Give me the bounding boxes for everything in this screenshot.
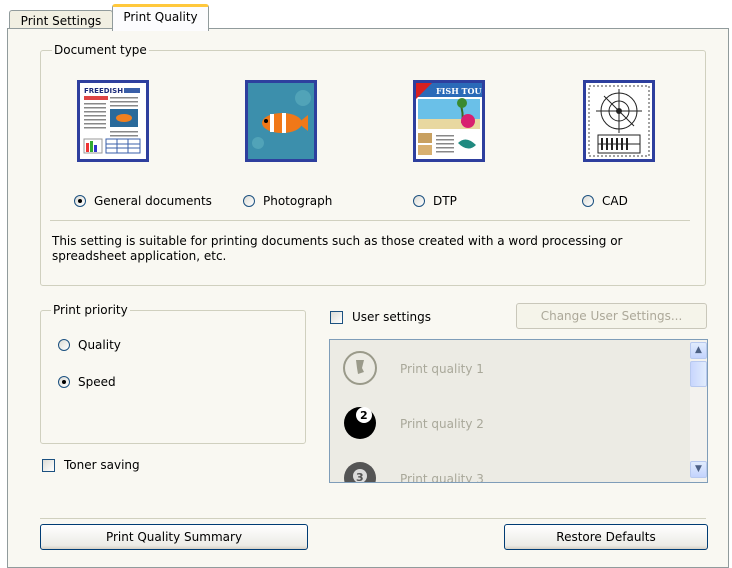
print-quality-summary-button[interactable]: Print Quality Summary [40,524,308,550]
cad-icon[interactable] [583,80,655,162]
tab-print-quality[interactable]: Print Quality [112,4,209,31]
document-type-legend: Document type [52,43,149,57]
bottom-divider [40,518,706,519]
user-settings-label: User settings [352,310,432,324]
toner-saving-label: Toner saving [64,458,140,472]
restore-defaults-button[interactable]: Restore Defaults [504,524,708,550]
print-quality-2-icon: 2 [344,407,376,439]
toner-saving-checkbox[interactable] [42,459,55,472]
list-item[interactable]: Print quality 1 [330,342,680,398]
change-user-settings-button[interactable]: Change User Settings... [516,303,707,329]
tab-print-quality-label: Print Quality [123,10,198,24]
speed-radio[interactable] [58,376,70,388]
cad-label: CAD [602,194,628,208]
print-quality-3-number: 3 [356,471,364,483]
quality-label: Quality [78,338,121,352]
document-type-description: This setting is suitable for printing do… [52,234,623,263]
speed-label: Speed [78,375,116,389]
list-item[interactable]: 3 Print quality 3 [330,452,680,483]
print-quality-2-number: 2 [360,409,368,422]
tab-print-settings-label: Print Settings [20,14,102,28]
scroll-up-icon[interactable]: ▲ [690,342,707,359]
general-documents-label: General documents [94,194,212,208]
general-document-icon[interactable]: FREEDISH [77,80,149,162]
user-settings-checkbox[interactable] [330,311,343,324]
scroll-thumb[interactable] [690,361,707,387]
print-quality-3-icon: 3 [344,462,376,483]
dtp-radio[interactable] [413,195,425,207]
dtp-label: DTP [433,194,457,208]
dtp-icon[interactable]: FISH TOUR [413,80,488,162]
user-settings-list[interactable]: Print quality 1 2 Print quality 2 3 Prin… [329,339,708,483]
print-quality-1-icon [343,351,377,385]
photograph-radio[interactable] [243,195,255,207]
list-scrollbar[interactable]: ▲ ▼ [690,340,707,482]
general-documents-radio[interactable] [74,195,86,207]
photograph-icon[interactable] [245,80,317,162]
print-quality-3-label: Print quality 3 [400,472,484,483]
list-item[interactable]: 2 Print quality 2 [330,397,680,453]
general-thumb-title: FREEDISH [84,87,123,95]
print-priority-legend: Print priority [51,303,130,317]
print-quality-2-label: Print quality 2 [400,417,484,431]
quality-radio[interactable] [58,339,70,351]
document-type-divider [50,220,690,221]
photograph-label: Photograph [263,194,333,208]
print-quality-1-label: Print quality 1 [400,362,484,376]
scroll-down-icon[interactable]: ▼ [690,461,707,478]
dtp-thumb-title: FISH TOUR [436,86,482,96]
cad-radio[interactable] [582,195,594,207]
